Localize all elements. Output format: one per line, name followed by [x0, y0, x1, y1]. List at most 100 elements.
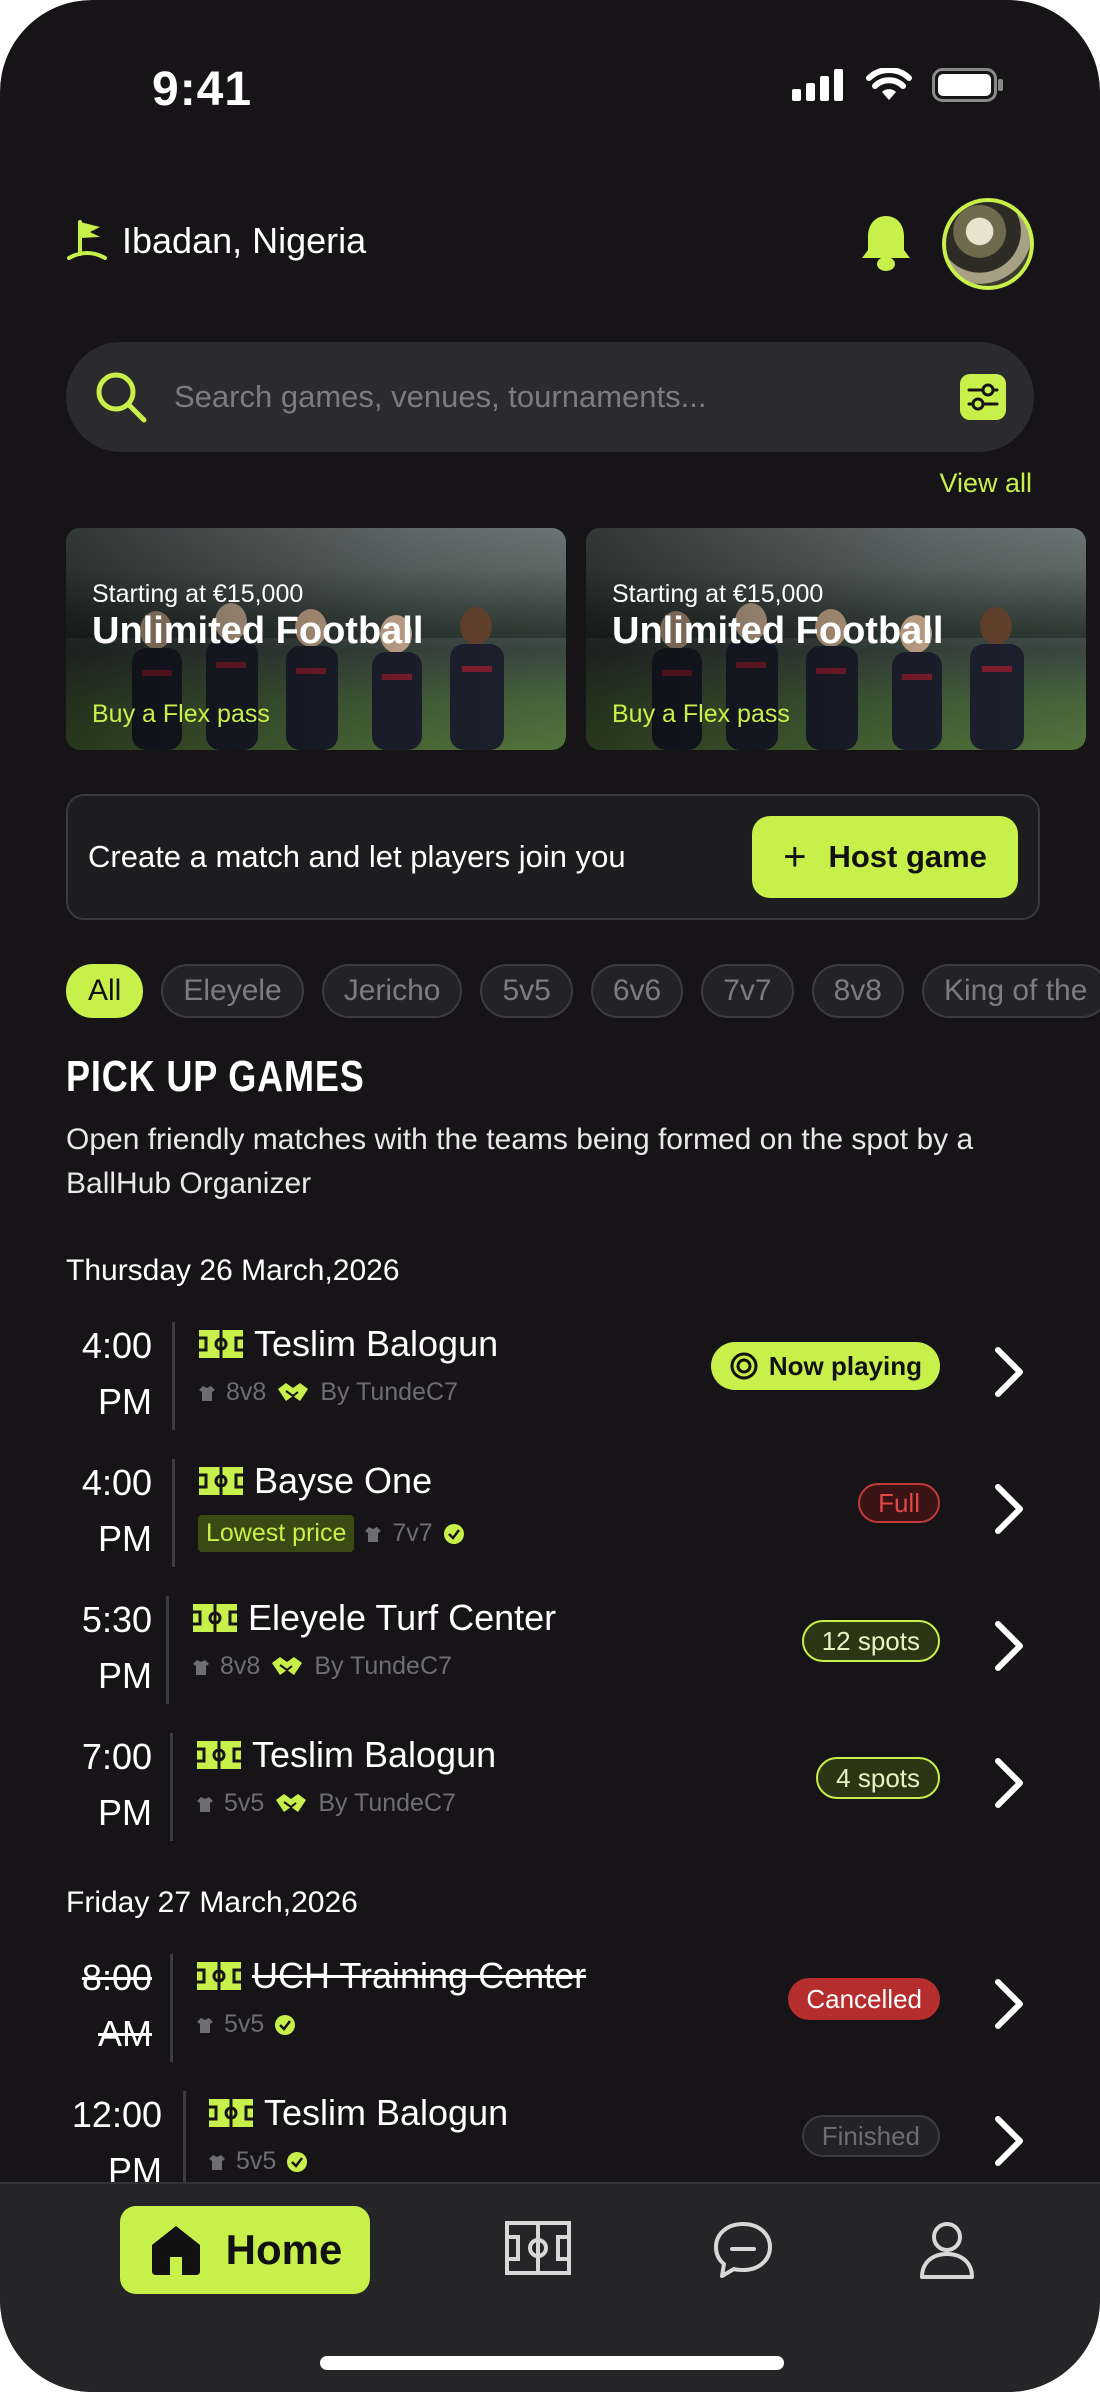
chip-6v6[interactable]: 6v6	[590, 964, 684, 1018]
status-badge: 12 spots	[801, 1620, 940, 1662]
chevron-right-icon[interactable]	[990, 2113, 1026, 2169]
status-badge: Full	[858, 1483, 940, 1523]
handshake-icon	[278, 1382, 309, 1401]
game-venue: UCH Training Center	[196, 1950, 586, 2002]
date-heading: Friday 27 March,2026	[66, 1886, 358, 1919]
jersey-icon	[197, 1796, 213, 1812]
verified-icon	[443, 1523, 464, 1544]
status-time: 9:41	[152, 63, 253, 116]
jersey-icon	[197, 2017, 213, 2033]
date-heading: Thursday 26 March,2026	[66, 1254, 400, 1287]
tab-home[interactable]: Home	[120, 2206, 370, 2294]
game-row[interactable]: 4:00 PM Bayse One Lowest price 7v7 Full	[0, 1455, 1100, 1575]
game-venue: Eleyele Turf Center	[192, 1592, 556, 1644]
pitch-icon	[197, 1962, 241, 1990]
avatar[interactable]	[942, 198, 1034, 290]
chevron-right-icon[interactable]	[990, 1344, 1026, 1400]
status-badge: Finished	[801, 2115, 940, 2157]
status-badge: 4 spots	[816, 1757, 940, 1799]
home-icon	[151, 2226, 200, 2275]
pitch-icon	[209, 2099, 253, 2127]
pitch-icon	[197, 1741, 241, 1769]
tab-home-label: Home	[225, 2226, 343, 2273]
pitch-tab-icon[interactable]	[504, 2220, 572, 2276]
location-selector[interactable]: Ibadan, Nigeria	[66, 218, 366, 264]
status-badge: Now playing	[710, 1342, 940, 1390]
lowest-price-tag: Lowest price	[198, 1515, 355, 1552]
chip-king-of-the[interactable]: King of the	[921, 964, 1100, 1018]
game-meta: 5v5	[196, 2010, 586, 2039]
game-time: 7:00 PM	[81, 1736, 152, 1833]
game-venue: Teslim Balogun	[196, 1729, 496, 1781]
chat-icon[interactable]	[712, 2220, 774, 2280]
pitch-icon	[199, 1467, 243, 1495]
chip-all[interactable]: All	[66, 964, 144, 1018]
game-meta: 5v5	[208, 2147, 508, 2176]
chevron-right-icon[interactable]	[990, 1976, 1026, 2032]
host-game-label: Host game	[828, 839, 987, 874]
view-all-link[interactable]: View all	[939, 468, 1032, 499]
location-text: Ibadan, Nigeria	[122, 220, 367, 261]
status-badge: Cancelled	[788, 1978, 940, 2020]
promo-title: Unlimited Football	[92, 610, 424, 652]
section-title: PICK UP GAMES	[66, 1052, 365, 1101]
promo-card[interactable]: Starting at €15,000 Unlimited Football B…	[66, 528, 566, 750]
promo-carousel[interactable]: Starting at €15,000 Unlimited Football B…	[66, 528, 1086, 750]
location-flag-icon	[67, 220, 107, 260]
bell-icon[interactable]	[858, 212, 914, 274]
pitch-icon	[199, 1330, 243, 1358]
game-meta: 5v5 By TundeC7	[196, 1789, 496, 1818]
promo-title: Unlimited Football	[612, 610, 944, 652]
game-venue: Teslim Balogun	[208, 2087, 508, 2139]
game-time: 4:00 PM	[81, 1325, 152, 1422]
profile-icon[interactable]	[918, 2220, 976, 2280]
game-time: 5:30 PM	[81, 1599, 152, 1696]
status-icons	[792, 68, 1004, 102]
filter-button[interactable]	[960, 374, 1006, 420]
phone-screen: 9:41 Ibadan, Nigeria Search games, venue…	[0, 0, 1100, 2392]
plus-icon: +	[783, 835, 807, 879]
search-bar[interactable]: Search games, venues, tournaments...	[66, 342, 1034, 452]
wifi-icon	[866, 68, 912, 100]
game-time: 4:00 PM	[81, 1462, 152, 1559]
filter-icon	[967, 383, 999, 411]
chevron-right-icon[interactable]	[990, 1481, 1026, 1537]
game-row[interactable]: 7:00 PM Teslim Balogun 5v5 By TundeC7 4 …	[0, 1729, 1100, 1849]
search-icon	[96, 372, 147, 423]
filter-chips: All Eleyele Jericho 5v5 6v6 7v7 8v8 King…	[66, 964, 1100, 1018]
game-time: 8:00 AM	[81, 1957, 152, 2054]
jersey-icon	[365, 1526, 382, 1542]
handshake-icon	[276, 1793, 307, 1812]
chevron-right-icon[interactable]	[990, 1618, 1026, 1674]
chip-7v7[interactable]: 7v7	[701, 964, 794, 1018]
game-venue: Teslim Balogun	[198, 1318, 498, 1370]
bottom-tab-bar: Home	[0, 2182, 1100, 2392]
jersey-icon	[199, 1385, 215, 1401]
chevron-right-icon[interactable]	[990, 1755, 1026, 1811]
game-venue: Bayse One	[198, 1455, 465, 1507]
live-icon	[730, 1352, 758, 1380]
promo-cta-link[interactable]: Buy a Flex pass	[92, 700, 270, 729]
host-game-banner: Create a match and let players join you …	[66, 794, 1040, 920]
chip-jericho[interactable]: Jericho	[321, 964, 463, 1018]
game-meta: 8v8 By TundeC7	[198, 1378, 498, 1407]
chip-5v5[interactable]: 5v5	[480, 964, 573, 1018]
verified-icon	[287, 2151, 308, 2172]
game-row[interactable]: 5:30 PM Eleyele Turf Center 8v8 By Tunde…	[0, 1592, 1100, 1712]
game-meta: 8v8 By TundeC7	[192, 1652, 556, 1681]
host-game-button[interactable]: + Host game	[752, 816, 1018, 898]
handshake-icon	[272, 1656, 303, 1675]
host-game-text: Create a match and let players join you	[88, 839, 626, 874]
chip-eleyele[interactable]: Eleyele	[161, 964, 304, 1018]
battery-icon	[932, 68, 1003, 102]
game-row[interactable]: 8:00 AM UCH Training Center 5v5 Cancelle…	[0, 1950, 1100, 2070]
promo-card[interactable]: Starting at €15,000 Unlimited Football B…	[586, 528, 1086, 750]
game-row[interactable]: 4:00 PM Teslim Balogun 8v8 By TundeC7 No…	[0, 1318, 1100, 1438]
promo-cta-link[interactable]: Buy a Flex pass	[612, 700, 790, 729]
search-input[interactable]: Search games, venues, tournaments...	[174, 379, 960, 415]
game-meta: Lowest price 7v7	[198, 1515, 465, 1552]
chip-8v8[interactable]: 8v8	[811, 964, 904, 1018]
section-description: Open friendly matches with the teams bei…	[66, 1123, 974, 1200]
pitch-icon	[193, 1604, 237, 1632]
home-indicator	[320, 2356, 784, 2370]
